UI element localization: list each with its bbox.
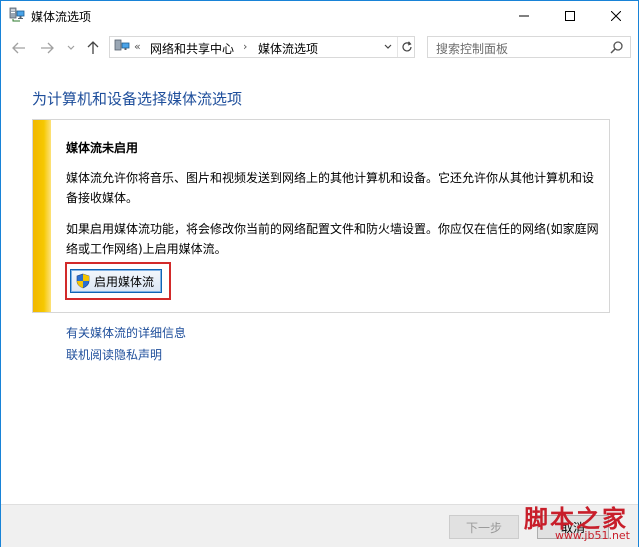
watermark-url: www.jb51.net [554,529,630,542]
search-box[interactable]: 搜索控制面板 [427,36,631,58]
privacy-statement-link[interactable]: 联机阅读隐私声明 [66,346,162,363]
navigation-bar: « 网络和共享中心 › 媒体流选项 搜索控制面板 [1,32,638,64]
forward-button[interactable] [37,38,57,58]
maximize-button[interactable] [547,1,593,31]
address-bar[interactable]: « 网络和共享中心 › 媒体流选项 [109,36,415,58]
panel-accent-bar [33,120,51,312]
control-panel-icon [114,39,130,51]
panel-description: 媒体流允许你将音乐、图片和视频发送到网络上的其他计算机和设备。它还允许你从其他计… [66,171,595,205]
close-button[interactable] [593,1,639,31]
refresh-icon [402,41,412,52]
back-arrow-icon [12,42,25,54]
breadcrumb-media-streaming[interactable]: 媒体流选项 [258,40,318,57]
address-dropdown-button[interactable] [380,37,396,57]
forward-arrow-icon [41,42,54,54]
media-streaming-options-window: 媒体流选项 « 网络和共享中心 › 媒体流选项 搜索控制面板 为计算机和设备选择… [0,0,639,547]
uac-shield-icon [76,273,90,289]
search-icon[interactable] [610,40,624,54]
chevron-down-icon [384,44,392,49]
back-button[interactable] [9,38,29,58]
media-streaming-details-link[interactable]: 有关媒体流的详细信息 [66,324,186,341]
panel-heading: 媒体流未启用 [66,141,139,155]
window-title: 媒体流选项 [31,10,92,24]
recent-locations-button[interactable] [61,38,81,58]
site-watermark: 脚本之家 www.jb51.net [515,497,639,548]
refresh-button[interactable] [397,37,416,57]
enable-media-streaming-button[interactable]: 启用媒体流 [70,269,162,293]
maximize-icon [565,11,575,21]
breadcrumb-overflow[interactable]: « [134,40,141,53]
minimize-button[interactable] [501,1,547,31]
close-icon [611,11,621,21]
minimize-icon [519,15,529,17]
search-placeholder[interactable]: 搜索控制面板 [436,40,508,57]
network-computer-icon [9,7,25,22]
page-title: 为计算机和设备选择媒体流选项 [32,90,243,108]
enable-button-label: 启用媒体流 [94,274,155,289]
chevron-down-icon [67,45,75,50]
breadcrumb-separator: › [243,40,248,53]
up-button[interactable] [83,38,103,58]
next-button[interactable]: 下一步 [449,515,519,539]
panel-warning: 如果启用媒体流功能，将会修改你当前的网络配置文件和防火墙设置。你应仅在信任的网络… [66,222,599,256]
up-arrow-icon [87,41,99,54]
breadcrumb-network-sharing-center[interactable]: 网络和共享中心 [150,40,234,57]
title-bar[interactable]: 媒体流选项 [1,1,638,31]
